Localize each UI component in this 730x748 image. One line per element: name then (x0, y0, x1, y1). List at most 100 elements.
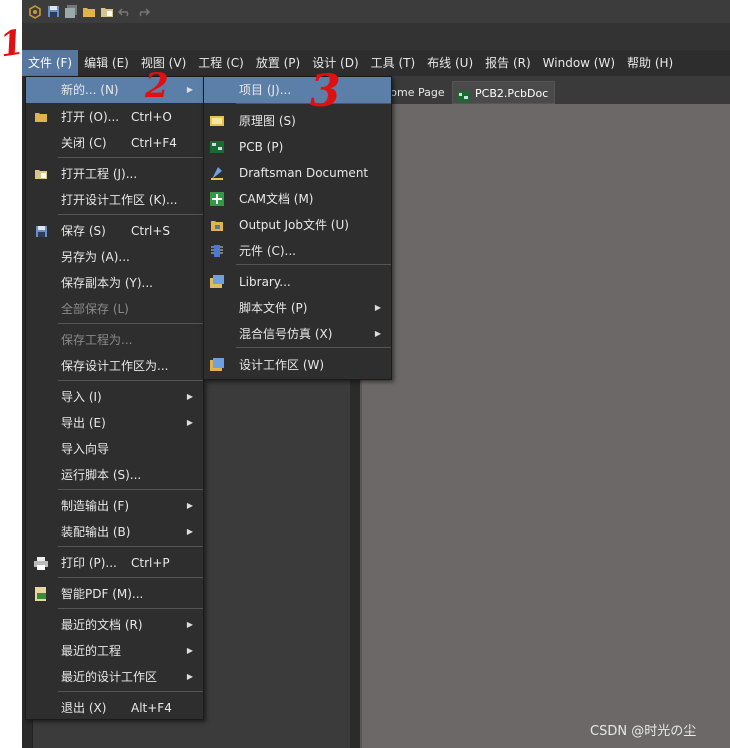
file-menu-item[interactable]: 导入 (I) ▶ (26, 384, 203, 410)
submenu-arrow-icon: ▶ (374, 303, 381, 312)
undo-icon[interactable] (118, 5, 132, 19)
file-menu-item[interactable]: 关闭 (C) Ctrl+F4 (26, 130, 203, 156)
menu-item-label: 装配输出 (B) (61, 525, 131, 539)
output-job-icon (210, 218, 224, 232)
new-submenu-item[interactable]: 元件 (C)... (204, 238, 391, 264)
new-submenu-item[interactable]: Draftsman Document (204, 160, 391, 186)
menu-item-label: 打印 (P)... (61, 556, 117, 570)
file-menu-item[interactable]: 打开 (O)... Ctrl+O (26, 104, 203, 130)
file-menu-item[interactable]: 保存 (S) Ctrl+S (26, 218, 203, 244)
menu-item-label: 全部保存 (L) (61, 302, 129, 316)
submenu-arrow-icon: ▶ (186, 620, 193, 629)
title-strip (22, 23, 730, 50)
menu-item-label: 新的... (N) (61, 83, 119, 97)
file-menu-item[interactable]: 导出 (E) ▶ (26, 410, 203, 436)
file-menu-item[interactable]: 智能PDF (M)... (26, 581, 203, 607)
menu-item-label: 混合信号仿真 (X) (239, 327, 333, 341)
new-submenu-item[interactable]: Output Job文件 (U) (204, 212, 391, 238)
menubar-item[interactable]: 布线 (U) (421, 50, 479, 76)
tab-pcb2-pcbdoc[interactable]: PCB2.PcbDoc (452, 81, 556, 104)
app-logo-icon[interactable] (28, 4, 42, 19)
submenu-arrow-icon: ▶ (186, 501, 193, 510)
open-project-icon[interactable] (100, 5, 114, 19)
file-menu-item[interactable]: 打印 (P)... Ctrl+P (26, 550, 203, 576)
menu-item-label: 退出 (X) (61, 701, 107, 715)
save-all-icon[interactable] (64, 5, 78, 19)
open-project-icon (34, 167, 48, 181)
menu-separator (58, 489, 203, 490)
draftsman-icon (210, 166, 224, 180)
menu-item-label: 保存工程为... (61, 333, 133, 347)
annotation-step-2: 2 (145, 66, 169, 106)
save-icon[interactable] (46, 5, 60, 19)
tab-label: PCB2.PcbDoc (475, 87, 549, 100)
file-menu-item[interactable]: 新的... (N) ▶ (26, 77, 203, 103)
menu-item-label: 最近的工程 (61, 644, 122, 658)
file-menu-item: 保存工程为... (26, 327, 203, 353)
file-menu-item[interactable]: 制造输出 (F) ▶ (26, 493, 203, 519)
file-menu-item[interactable]: 运行脚本 (S)... (26, 462, 203, 488)
new-submenu-item[interactable]: 原理图 (S) (204, 108, 391, 134)
new-submenu-item[interactable]: 设计工作区 (W) (204, 352, 391, 378)
menu-separator (58, 157, 203, 158)
cam-icon (210, 192, 224, 206)
new-submenu-item[interactable]: Library... (204, 269, 391, 295)
redo-icon[interactable] (136, 5, 150, 19)
menubar-item[interactable]: 编辑 (E) (78, 50, 135, 76)
new-submenu-item[interactable]: PCB (P) (204, 134, 391, 160)
pcb-icon (210, 140, 224, 154)
menu-item-shortcut: Ctrl+O (131, 110, 172, 124)
menu-item-shortcut: Ctrl+P (131, 556, 170, 570)
file-menu-item[interactable]: 导入向导 (26, 436, 203, 462)
workspace-icon (210, 358, 224, 372)
file-menu-item[interactable]: 另存为 (A)... (26, 244, 203, 270)
new-submenu-item[interactable]: 混合信号仿真 (X) ▶ (204, 321, 391, 347)
menu-separator (236, 347, 391, 348)
submenu-arrow-icon: ▶ (186, 527, 193, 536)
menu-item-label: 导出 (E) (61, 416, 106, 430)
menu-item-label: 保存 (S) (61, 224, 106, 238)
submenu-arrow-icon: ▶ (186, 646, 193, 655)
library-icon (210, 275, 224, 289)
menu-item-shortcut: Alt+F4 (131, 701, 172, 715)
new-submenu-item[interactable]: 项目 (J)... (204, 77, 391, 103)
file-menu: 新的... (N) ▶ 打开 (O)... Ctrl+O 关闭 (C) Ctrl+F4 打开… (25, 76, 204, 720)
file-menu-item[interactable]: 保存副本为 (Y)... (26, 270, 203, 296)
file-menu-item[interactable]: 最近的设计工作区 ▶ (26, 664, 203, 690)
file-menu-item[interactable]: 最近的工程 ▶ (26, 638, 203, 664)
file-menu-item[interactable]: 退出 (X) Alt+F4 (26, 695, 203, 721)
file-menu-item[interactable]: 打开工程 (J)... (26, 161, 203, 187)
pdf-icon (34, 587, 48, 601)
menubar-item[interactable]: 报告 (R) (479, 50, 537, 76)
open-folder-icon[interactable] (82, 5, 96, 19)
menu-item-label: 脚本文件 (P) (239, 301, 308, 315)
menu-item-label: 导入 (I) (61, 390, 102, 404)
menubar-item[interactable]: 文件 (F) (22, 50, 79, 76)
new-submenu-item[interactable]: CAM文档 (M) (204, 186, 391, 212)
new-submenu-item[interactable]: 脚本文件 (P) ▶ (204, 295, 391, 321)
menu-item-label: CAM文档 (M) (239, 192, 314, 206)
file-menu-item[interactable]: 装配输出 (B) ▶ (26, 519, 203, 545)
menu-item-label: 项目 (J)... (239, 83, 292, 97)
menu-item-label: 制造输出 (F) (61, 499, 130, 513)
menubar-item[interactable]: 工程 (C) (192, 50, 250, 76)
menu-item-label: 保存副本为 (Y)... (61, 276, 153, 290)
menubar-item[interactable]: 工具 (T) (365, 50, 422, 76)
menu-item-label: Library... (239, 275, 291, 289)
file-menu-item[interactable]: 打开设计工作区 (K)... (26, 187, 203, 213)
menubar-item[interactable]: 帮助 (H) (621, 50, 679, 76)
menu-item-label: 最近的文档 (R) (61, 618, 143, 632)
file-menu-item: 全部保存 (L) (26, 296, 203, 322)
menu-item-label: 打开工程 (J)... (61, 167, 138, 181)
menu-item-label: 智能PDF (M)... (61, 587, 144, 601)
menu-item-label: 打开设计工作区 (K)... (61, 193, 178, 207)
menu-separator (58, 323, 203, 324)
menubar-item[interactable]: Window (W) (537, 50, 621, 76)
file-menu-item[interactable]: 最近的文档 (R) ▶ (26, 612, 203, 638)
menu-item-label: 原理图 (S) (239, 114, 296, 128)
watermark-text: CSDN @时光の尘 (590, 724, 697, 739)
menu-item-label: 运行脚本 (S)... (61, 468, 142, 482)
menu-item-label: 另存为 (A)... (61, 250, 130, 264)
menubar-item[interactable]: 放置 (P) (250, 50, 306, 76)
file-menu-item[interactable]: 保存设计工作区为... (26, 353, 203, 379)
